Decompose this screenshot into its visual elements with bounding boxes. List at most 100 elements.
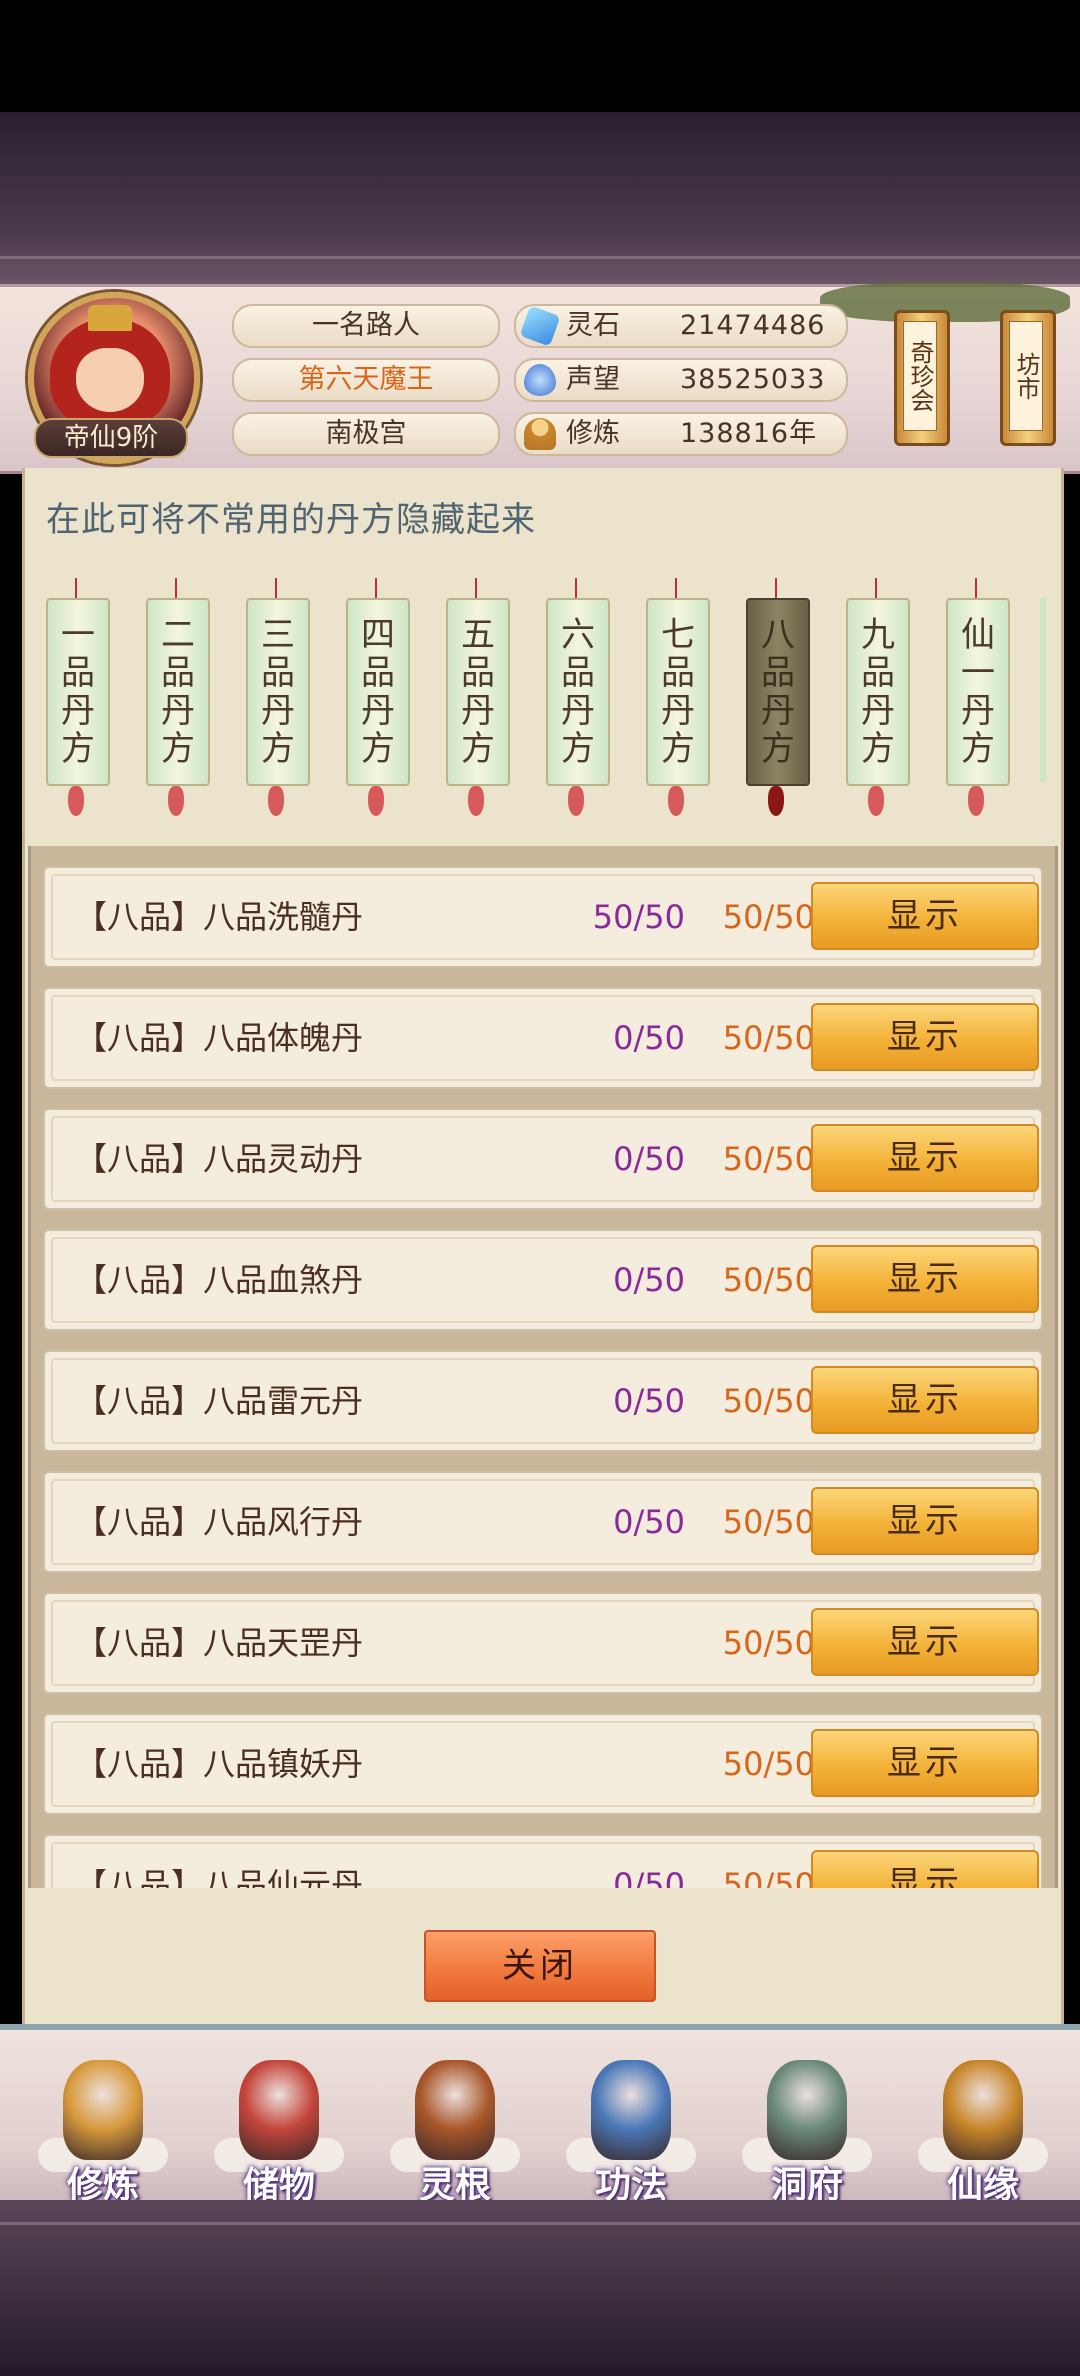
list-item: 【八品】八品镇妖丹 50/50 显示 bbox=[43, 1713, 1043, 1815]
close-button[interactable]: 关闭 bbox=[424, 1930, 656, 2002]
tab-tassel bbox=[668, 786, 684, 816]
tab-grade-1[interactable]: 一品丹方 bbox=[46, 598, 110, 786]
tab-overflow-edge bbox=[1040, 598, 1046, 782]
tab-tassel bbox=[568, 786, 584, 816]
show-button[interactable]: 显示 bbox=[811, 1245, 1039, 1313]
spirit-root-icon bbox=[415, 2060, 495, 2160]
stat-value: 21474486 bbox=[680, 310, 826, 341]
list-item: 【八品】八品体魄丹 0/50 50/50 显示 bbox=[43, 987, 1043, 1089]
recipe-name: 【八品】八品洗髓丹 bbox=[75, 898, 364, 936]
button-label: 坊市 bbox=[1009, 321, 1043, 431]
rare-treasure-auction-button[interactable]: 奇珍会 bbox=[894, 310, 950, 446]
recipe-owned: 0/50 bbox=[613, 1140, 685, 1178]
recipe-name: 【八品】八品天罡丹 bbox=[75, 1624, 364, 1662]
recipe-list[interactable]: 【八品】八品洗髓丹 50/50 50/50 显示 【八品】八品体魄丹 0/50 50/50 显… bbox=[28, 846, 1058, 1888]
tab-tassel bbox=[968, 786, 984, 816]
player-title: 第六天魔王 bbox=[232, 358, 500, 402]
recipe-capacity: 50/50 bbox=[722, 1019, 815, 1057]
list-item: 【八品】八品灵动丹 0/50 50/50 显示 bbox=[43, 1108, 1043, 1210]
tab-string bbox=[175, 578, 177, 600]
recipe-owned: 0/50 bbox=[613, 1261, 685, 1299]
tab-grade-9[interactable]: 九品丹方 bbox=[846, 598, 910, 786]
recipe-name: 【八品】八品雷元丹 bbox=[75, 1382, 364, 1420]
background-bottom bbox=[0, 2200, 1080, 2376]
nav-item-1[interactable]: 修炼 bbox=[28, 2040, 178, 2206]
tab-string bbox=[475, 578, 477, 600]
nav-item-2[interactable]: 储物 bbox=[204, 2040, 354, 2206]
list-item: 【八品】八品天罡丹 50/50 显示 bbox=[43, 1592, 1043, 1694]
avatar-face bbox=[76, 348, 144, 412]
tab-label: 九品丹方 bbox=[861, 615, 895, 769]
tab-tassel bbox=[168, 786, 184, 816]
show-button[interactable]: 显示 bbox=[811, 882, 1039, 950]
nav-item-6[interactable]: 仙缘 bbox=[908, 2040, 1058, 2206]
show-button[interactable]: 显示 bbox=[811, 1124, 1039, 1192]
tab-grade-6[interactable]: 六品丹方 bbox=[546, 598, 610, 786]
tab-string bbox=[675, 578, 677, 600]
nav-item-5[interactable]: 洞府 bbox=[732, 2040, 882, 2206]
tab-string bbox=[275, 578, 277, 600]
tab-grade-2[interactable]: 二品丹方 bbox=[146, 598, 210, 786]
recipe-owned: 0/50 bbox=[613, 1382, 685, 1420]
tab-label: 八品丹方 bbox=[761, 615, 795, 769]
show-button[interactable]: 显示 bbox=[811, 1366, 1039, 1434]
recipe-capacity: 50/50 bbox=[722, 1140, 815, 1178]
show-button[interactable]: 显示 bbox=[811, 1729, 1039, 1797]
tab-grade-4[interactable]: 四品丹方 bbox=[346, 598, 410, 786]
tab-label: 仙一丹方 bbox=[961, 615, 995, 769]
tab-string bbox=[375, 578, 377, 600]
status-bar-area bbox=[0, 0, 1080, 112]
tab-grade-3[interactable]: 三品丹方 bbox=[246, 598, 310, 786]
list-item: 【八品】八品仙元丹 0/50 50/50 显示 bbox=[43, 1834, 1043, 1888]
recipe-owned: 50/50 bbox=[592, 898, 685, 936]
nav-item-3[interactable]: 灵根 bbox=[380, 2040, 530, 2206]
tab-tassel bbox=[68, 786, 84, 816]
ornament-divider bbox=[0, 2222, 1080, 2225]
player-sect: 南极宫 bbox=[232, 412, 500, 456]
show-button[interactable]: 显示 bbox=[811, 1850, 1039, 1888]
recipe-name: 【八品】八品仙元丹 bbox=[75, 1866, 364, 1888]
list-item: 【八品】八品风行丹 0/50 50/50 显示 bbox=[43, 1471, 1043, 1573]
tab-tassel bbox=[368, 786, 384, 816]
cultivation-icon bbox=[63, 2060, 143, 2160]
tab-string bbox=[875, 578, 877, 600]
avatar-crown bbox=[88, 305, 132, 331]
recipe-owned: 0/50 bbox=[613, 1019, 685, 1057]
show-button[interactable]: 显示 bbox=[811, 1608, 1039, 1676]
tab-string bbox=[775, 578, 777, 600]
recipe-capacity: 50/50 bbox=[722, 1624, 815, 1662]
ornament-divider bbox=[0, 256, 1080, 259]
tab-grade-8[interactable]: 八品丹方 bbox=[746, 598, 810, 786]
tab-tassel bbox=[468, 786, 484, 816]
tab-string bbox=[575, 578, 577, 600]
tab-string bbox=[75, 578, 77, 600]
tab-label: 六品丹方 bbox=[561, 615, 595, 769]
stat-prestige: 声望 38525033 bbox=[514, 358, 848, 402]
tab-label: 三品丹方 bbox=[261, 615, 295, 769]
recipe-capacity: 50/50 bbox=[722, 1745, 815, 1783]
tab-grade-7[interactable]: 七品丹方 bbox=[646, 598, 710, 786]
tab-label: 一品丹方 bbox=[61, 615, 95, 769]
nav-item-4[interactable]: 功法 bbox=[556, 2040, 706, 2206]
market-button[interactable]: 坊市 bbox=[1000, 310, 1056, 446]
show-button[interactable]: 显示 bbox=[811, 1003, 1039, 1071]
tab-string bbox=[975, 578, 977, 600]
stat-spirit-stone: 灵石 21474486 bbox=[514, 304, 848, 348]
show-button[interactable]: 显示 bbox=[811, 1487, 1039, 1555]
spirit-stone-icon bbox=[519, 305, 561, 347]
tab-grade-10[interactable]: 仙一丹方 bbox=[946, 598, 1010, 786]
tab-grade-5[interactable]: 五品丹方 bbox=[446, 598, 510, 786]
recipe-capacity: 50/50 bbox=[722, 898, 815, 936]
recipe-name: 【八品】八品镇妖丹 bbox=[75, 1745, 364, 1783]
stat-value: 138816年 bbox=[680, 418, 818, 449]
tab-tassel bbox=[768, 786, 784, 816]
tab-label: 四品丹方 bbox=[361, 615, 395, 769]
list-item: 【八品】八品洗髓丹 50/50 50/50 显示 bbox=[43, 866, 1043, 968]
prestige-icon bbox=[524, 364, 556, 396]
recipe-name: 【八品】八品血煞丹 bbox=[75, 1261, 364, 1299]
panel-hint: 在此可将不常用的丹方隐藏起来 bbox=[46, 500, 536, 540]
stat-value: 38525033 bbox=[680, 364, 826, 395]
stat-label: 修炼 bbox=[566, 418, 620, 449]
list-item: 【八品】八品血煞丹 0/50 50/50 显示 bbox=[43, 1229, 1043, 1331]
recipe-capacity: 50/50 bbox=[722, 1261, 815, 1299]
